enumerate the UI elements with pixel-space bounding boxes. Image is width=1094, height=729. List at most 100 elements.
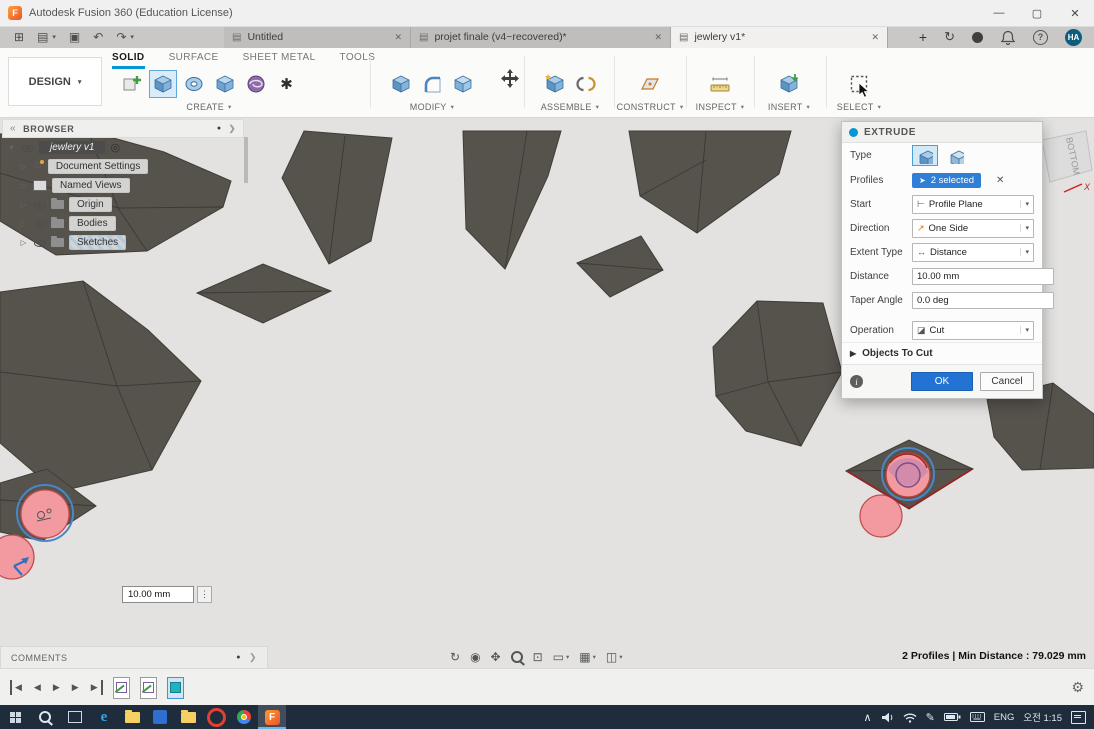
taper-angle-input[interactable] [912, 291, 1054, 309]
browser-item-label[interactable]: Document Settings [47, 159, 149, 174]
direction-dropdown[interactable]: ↗ One Side ▾ [912, 218, 1034, 238]
app-grid-icon[interactable]: ⊞ [14, 30, 24, 44]
dialog-header[interactable]: EXTRUDE [842, 122, 1042, 143]
taskbar-app-fusion360[interactable]: F [258, 705, 286, 729]
browser-row-sketches[interactable]: ▷ Sketches [2, 233, 244, 252]
visibility-eye-icon[interactable] [33, 236, 46, 249]
doc-tab-jewlery-v1[interactable]: ▤ jewlery v1* ✕ [671, 26, 888, 48]
pan-icon[interactable]: ✥ [491, 650, 501, 664]
touch-keyboard-icon[interactable] [969, 712, 985, 722]
taskbar-app-opera[interactable] [202, 705, 230, 729]
group-label-create[interactable]: CREATE [186, 102, 224, 112]
cancel-button[interactable]: Cancel [980, 372, 1034, 391]
timeline-sketch-feature-1[interactable] [112, 676, 130, 699]
browser-item-root[interactable]: jewlery v1 [39, 141, 106, 154]
operation-dropdown[interactable]: ◪ Cut ▾ [912, 320, 1034, 340]
new-tab-icon[interactable]: + [919, 29, 927, 45]
press-pull-tool[interactable] [387, 70, 415, 98]
taskbar-app-blue-tile[interactable] [146, 705, 174, 729]
browser-row-named-views[interactable]: ▷ Named Views [2, 176, 244, 195]
expander-icon[interactable]: ▶ [850, 349, 856, 358]
browser-item-label[interactable]: Sketches [69, 235, 127, 250]
extrude-type-thin-icon[interactable] [943, 145, 969, 166]
file-menu-icon[interactable]: ▤ [37, 30, 48, 44]
doc-tab-untitled[interactable]: ▤ Untitled ✕ [224, 26, 411, 48]
sweep-tool[interactable] [211, 70, 239, 98]
dimension-input[interactable] [122, 586, 194, 603]
taskbar-app-chrome[interactable] [230, 705, 258, 729]
redo-caret-icon[interactable]: ▾ [130, 33, 134, 41]
taskbar-app-file-explorer[interactable] [118, 705, 146, 729]
visibility-eye-icon[interactable] [33, 198, 46, 211]
battery-icon[interactable] [943, 712, 961, 722]
display-settings-icon[interactable]: ▭ ▾ [553, 650, 570, 664]
browser-row-origin[interactable]: ▷ Origin [2, 195, 244, 214]
dimension-options-icon[interactable]: ⋮ [197, 586, 212, 603]
tab-sheet-metal[interactable]: SHEET METAL [243, 52, 316, 69]
insert-tool[interactable] [775, 70, 803, 98]
timeline-step-back-button[interactable]: ◀ [31, 680, 44, 695]
browser-item-label[interactable]: Bodies [69, 216, 116, 231]
expander-icon[interactable]: ▷ [19, 200, 28, 209]
bell-icon[interactable] [1000, 30, 1016, 45]
timeline-play-button[interactable]: ▶ [50, 680, 63, 695]
timeline-step-forward-button[interactable]: ▶ [69, 680, 82, 695]
orbit-icon[interactable]: ↻ [450, 650, 460, 664]
coil-tool[interactable] [242, 70, 270, 98]
objects-to-cut-section[interactable]: ▶ Objects To Cut [842, 342, 1042, 364]
undo-icon[interactable]: ↶ [93, 30, 103, 44]
thread-tool[interactable]: ✱ [273, 70, 301, 98]
comments-options-icon[interactable]: ● [236, 654, 241, 661]
viewports-icon[interactable]: ◫ ▾ [606, 650, 623, 664]
help-icon[interactable]: ? [1033, 29, 1048, 45]
start-button[interactable] [0, 705, 30, 729]
browser-item-label[interactable]: Origin [69, 197, 112, 212]
volume-icon[interactable] [881, 712, 894, 723]
construct-plane-tool[interactable] [636, 70, 664, 98]
pen-icon[interactable]: ✎ [926, 711, 935, 724]
create-sketch-tool[interactable] [118, 70, 146, 98]
joint-tool[interactable] [572, 70, 600, 98]
extrude-tool[interactable] [148, 70, 177, 98]
close-tab-icon[interactable]: ✕ [386, 32, 402, 43]
info-icon[interactable]: i [850, 375, 863, 388]
redo-icon[interactable]: ↷ [116, 30, 126, 44]
shell-tool[interactable] [449, 70, 477, 98]
expander-icon[interactable]: ▷ [19, 238, 28, 247]
action-center-icon[interactable] [1071, 710, 1086, 724]
ok-button[interactable]: OK [911, 372, 973, 391]
expander-icon[interactable]: ▷ [19, 162, 28, 171]
revolve-tool[interactable] [180, 70, 208, 98]
collapse-panel-icon[interactable]: « [10, 123, 16, 134]
distance-input[interactable] [912, 267, 1054, 285]
expander-icon[interactable]: ▷ [19, 219, 28, 228]
taskbar-app-edge[interactable]: e [90, 705, 118, 729]
minimize-button[interactable]: — [980, 0, 1018, 26]
activate-component-icon[interactable]: ◎ [110, 141, 120, 154]
timeline-go-end-button[interactable]: ▶ [88, 680, 103, 695]
fillet-tool[interactable] [418, 70, 446, 98]
view-cube[interactable]: BOTTOM X [1036, 128, 1094, 206]
search-icon[interactable] [30, 705, 60, 729]
measure-tool[interactable] [706, 70, 734, 98]
zoom-icon[interactable] [510, 650, 523, 663]
taskbar-app-folder[interactable] [174, 705, 202, 729]
group-label-select[interactable]: SELECT [837, 102, 874, 112]
grid-snaps-icon[interactable]: ▦ ▾ [579, 650, 596, 664]
look-at-icon[interactable]: ◉ [470, 650, 480, 664]
save-icon[interactable]: ▣ [69, 30, 80, 44]
close-tab-icon[interactable]: ✕ [646, 32, 662, 43]
tab-solid[interactable]: SOLID [112, 52, 145, 69]
close-button[interactable]: ✕ [1056, 0, 1094, 26]
fit-icon[interactable]: ⊡ [533, 650, 543, 664]
group-label-modify[interactable]: MODIFY [410, 102, 447, 112]
job-status-icon[interactable]: ↻ [944, 29, 955, 45]
extrude-type-solid-icon[interactable] [912, 145, 938, 166]
comments-bar[interactable]: COMMENTS ● ❯ [0, 646, 268, 669]
new-component-tool[interactable] [541, 70, 569, 98]
tab-surface[interactable]: SURFACE [169, 52, 219, 69]
hidden-icons-chevron[interactable]: ∧ [864, 711, 872, 724]
group-label-inspect[interactable]: INSPECT [696, 102, 737, 112]
doc-tab-projet-finale[interactable]: ▤ projet finale (v4~recovered)* ✕ [411, 26, 671, 48]
task-view-icon[interactable] [60, 705, 90, 729]
